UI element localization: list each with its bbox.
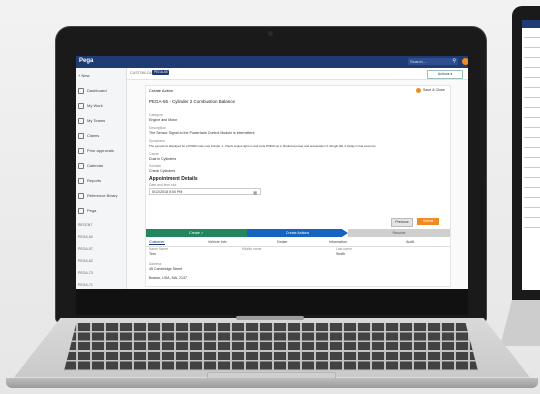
case-title: PEGA-55 - Cylinder 2 Combustion Balance <box>149 99 236 104</box>
tab-dealer[interactable]: Dealer <box>277 240 288 244</box>
date-label: Date and time slot <box>149 183 177 187</box>
sidebar-item-new[interactable]: + New <box>78 73 89 78</box>
appointment-heading: Appointment Details <box>149 176 198 182</box>
tab-customer[interactable]: Customer <box>149 240 165 245</box>
sidebar-item-my-teams[interactable]: My Teams <box>78 118 105 124</box>
previous-button[interactable]: Previous <box>391 218 413 227</box>
sidebar-section-recent: RECENT <box>78 223 93 227</box>
pega-logo: Pega <box>79 58 94 64</box>
avatar[interactable] <box>462 58 468 65</box>
book-icon <box>78 193 84 199</box>
customer-city: Boston, USA, MA, 2137 <box>149 276 187 280</box>
field-value: Dust in Cylinders <box>149 157 177 161</box>
calendar-icon <box>78 163 84 169</box>
second-laptop-screen <box>522 20 540 290</box>
stage-bar: Create ✓ Create Actions Resolve <box>146 229 450 237</box>
search-placeholder: Search... <box>410 59 427 64</box>
laptop-screen: Pega Search... ⚲ + New Dashboard My Work… <box>76 56 468 289</box>
pega-icon <box>78 208 84 214</box>
customer-middle-name-label: Middle name <box>242 247 262 251</box>
laptop-hinge <box>236 316 304 320</box>
search-icon[interactable]: ⚲ <box>452 58 456 65</box>
keyboard-rows <box>64 323 478 371</box>
sidebar-recent-item[interactable]: PEGA-50 <box>78 235 93 239</box>
sidebar-item-reference-library[interactable]: Reference library <box>78 193 117 199</box>
document-icon <box>78 133 84 139</box>
customer-address-label: Address <box>149 262 162 266</box>
customer-first-name: Tom <box>149 252 156 256</box>
breadcrumb: CUSTOM-CASE PEGA-55 Actions ▾ <box>127 68 468 80</box>
field-value: The symptoms displayed for a P0300 code … <box>149 144 376 148</box>
date-time-input[interactable]: 5/12/2018 5:00 PM ▦ <box>149 188 261 195</box>
sidebar-item-claims[interactable]: Claims <box>78 133 99 139</box>
tab-vehicle-info[interactable]: Vehicle Info <box>208 240 227 244</box>
briefcase-icon <box>78 103 84 109</box>
field-label: Cause <box>149 152 159 156</box>
sidebar-recent-item[interactable]: PEGA-73 <box>78 271 93 275</box>
field-value: Check Cylinders <box>149 169 176 173</box>
customer-middle-name: -- <box>242 252 245 256</box>
camera-icon <box>268 31 273 36</box>
chart-icon <box>78 178 84 184</box>
customer-last-name: Smith <box>336 252 346 256</box>
users-icon <box>78 118 84 124</box>
stage-resolve: Resolve <box>348 229 450 237</box>
field-label: Category <box>149 113 163 117</box>
save-close-button[interactable]: Save & Close <box>416 87 445 94</box>
card-header: Create Action <box>149 88 174 93</box>
case-card: Create Action Save & Close PEGA-55 - Cyl… <box>145 85 451 287</box>
field-label: Symptoms <box>149 139 166 143</box>
field-label: Description <box>149 126 166 130</box>
search-input[interactable]: Search... ⚲ <box>408 58 458 65</box>
main-content: CUSTOM-CASE PEGA-55 Actions ▾ Create Act… <box>127 68 468 289</box>
sidebar-recent-item[interactable]: PEGA-62 <box>78 259 93 263</box>
field-value: The Sensor Signal to the Powertrain Cont… <box>149 131 255 135</box>
save-icon <box>416 87 421 93</box>
customer-address: 45 Cambridge Street <box>149 267 183 271</box>
sidebar-item-dashboard[interactable]: Dashboard <box>78 88 107 94</box>
calendar-icon[interactable]: ▦ <box>253 189 257 196</box>
field-label: Solution <box>149 164 162 168</box>
sidebar-item-pega[interactable]: Pega <box>78 208 96 214</box>
sidebar-item-my-work[interactable]: My Work <box>78 103 103 109</box>
stage-create: Create ✓ <box>146 229 247 237</box>
tab-information[interactable]: Information <box>329 240 347 244</box>
sidebar-recent-item[interactable]: PEGA-71 <box>78 283 93 287</box>
sidebar-recent-item[interactable]: PEGA-57 <box>78 247 93 251</box>
case-id-chip[interactable]: PEGA-55 <box>152 70 170 75</box>
sidebar-item-reports[interactable]: Reports <box>78 178 101 184</box>
top-bar: Pega Search... ⚲ <box>76 56 468 68</box>
sidebar-item-prior-approvals[interactable]: Prior approvals <box>78 148 114 154</box>
sidebar-item-calendar[interactable]: Calendar <box>78 163 103 169</box>
sidebar: + New Dashboard My Work My Teams Claims … <box>76 68 127 289</box>
dashboard-icon <box>78 88 84 94</box>
customer-first-name-label: Name Name <box>149 247 169 251</box>
customer-last-name-label: Last name <box>336 247 352 251</box>
laptop-bezel <box>76 289 468 315</box>
tab-bar: Customer Vehicle Info Dealer Information… <box>146 240 450 247</box>
laptop-base-edge <box>6 378 538 388</box>
stage-create-actions: Create Actions <box>247 229 348 237</box>
submit-button[interactable]: Submit <box>417 218 439 225</box>
check-icon <box>78 148 84 154</box>
field-value: Engine and Motor <box>149 118 178 122</box>
actions-button[interactable]: Actions ▾ <box>427 70 463 79</box>
tab-audit[interactable]: Audit <box>406 240 414 244</box>
